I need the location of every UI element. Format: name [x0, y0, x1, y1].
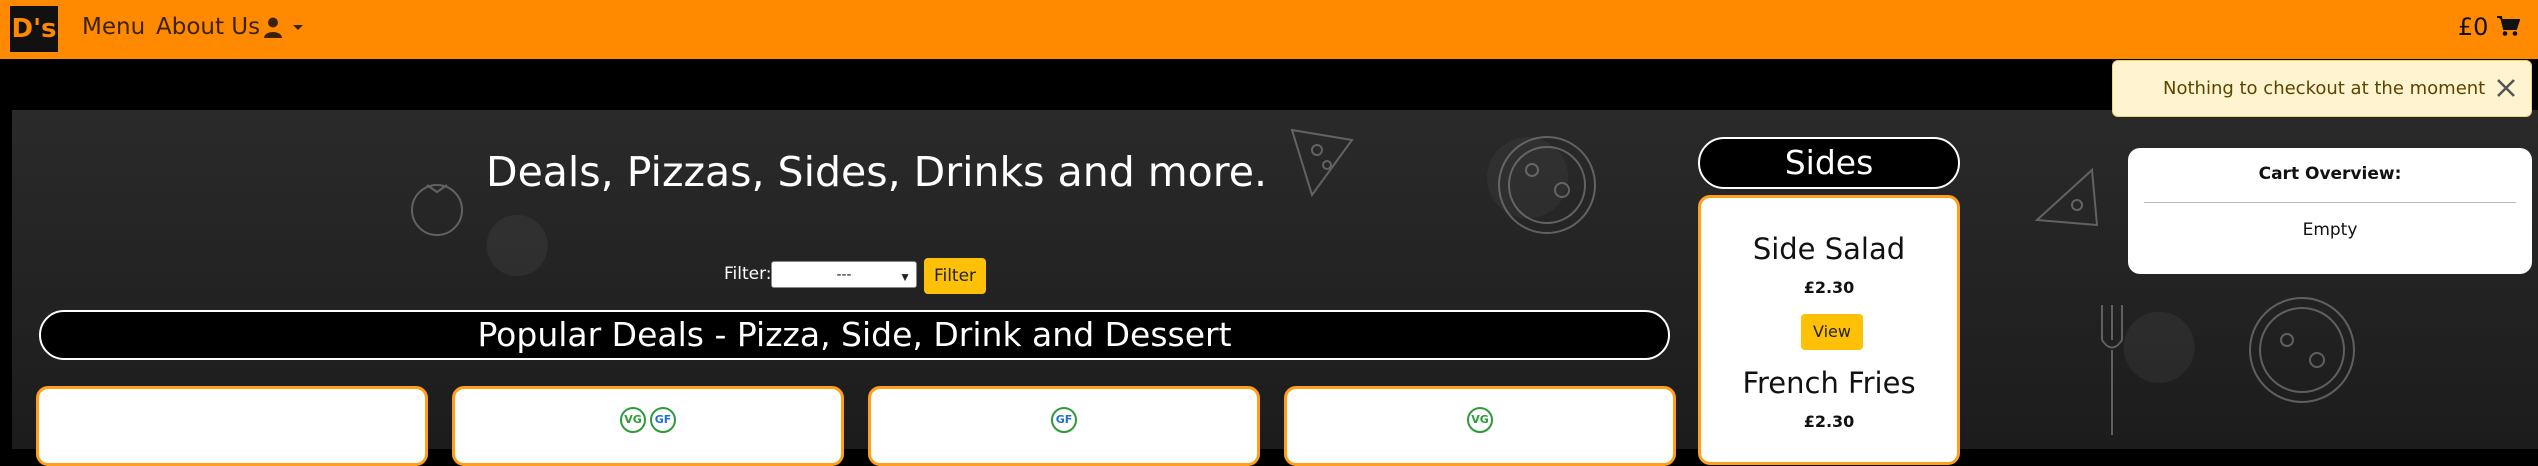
side-item-price: £2.30	[1803, 412, 1855, 431]
deal-card[interactable]: VG GF	[452, 386, 844, 466]
filter-button[interactable]: Filter	[924, 258, 986, 294]
filter-select[interactable]: --- ▼	[771, 261, 917, 288]
deal-card[interactable]: GF	[868, 386, 1260, 466]
pizza-doodle	[1498, 136, 1596, 234]
user-dropdown-toggle[interactable]	[262, 16, 304, 43]
top-navbar: D's Menu About Us £0	[0, 0, 2538, 59]
filter-select-value: ---	[836, 266, 852, 283]
vegan-badge: VG	[1467, 407, 1493, 433]
cart-total: £0	[2457, 13, 2489, 41]
deals-section-title: Popular Deals - Pizza, Side, Drink and D…	[39, 310, 1670, 360]
view-side-salad-button[interactable]: View	[1801, 314, 1863, 350]
tomato-doodle	[411, 184, 463, 236]
close-icon[interactable]	[2493, 75, 2519, 101]
cart-overview-title: Cart Overview:	[2258, 164, 2402, 184]
cart-link[interactable]: £0	[2457, 13, 2521, 41]
toast-message: Nothing to checkout at the moment	[2163, 78, 2486, 99]
pizza-slice-doodle	[1290, 128, 1354, 198]
nav-link-menu[interactable]: Menu	[82, 14, 145, 40]
caret-down-icon	[293, 25, 304, 30]
cart-status: Empty	[2302, 220, 2358, 240]
brand-logo[interactable]: D's	[10, 6, 58, 52]
diet-badges: VG GF	[455, 407, 841, 433]
nav-link-about-us[interactable]: About Us	[156, 14, 260, 40]
sides-card: Side Salad £2.30 View French Fries £2.30	[1698, 195, 1960, 465]
side-item-price: £2.30	[1803, 278, 1855, 297]
gluten-free-badge: GF	[1051, 407, 1077, 433]
user-icon	[264, 17, 282, 38]
diet-badges: VG	[1287, 407, 1673, 433]
shopping-cart-icon	[2497, 16, 2521, 36]
cart-overview-panel: Cart Overview: Empty	[2128, 148, 2532, 274]
diet-badges: GF	[871, 407, 1257, 433]
gluten-free-badge: GF	[650, 407, 676, 433]
filter-label: Filter:	[724, 264, 772, 284]
pizza-doodle-right	[2249, 297, 2355, 403]
deal-card[interactable]: VG	[1284, 386, 1676, 466]
side-item-name: Side Salad	[1752, 232, 1906, 266]
deal-card[interactable]	[36, 386, 428, 466]
vegan-badge: VG	[620, 407, 646, 433]
sides-section-title: Sides	[1698, 137, 1960, 189]
divider	[2144, 202, 2516, 203]
checkout-toast: Nothing to checkout at the moment	[2112, 60, 2532, 117]
side-item-name: French Fries	[1742, 366, 1916, 400]
chevron-down-icon: ▼	[899, 270, 911, 284]
pizza-slice-doodle-2	[2034, 167, 2099, 227]
page-title: Deals, Pizzas, Sides, Drinks and more.	[486, 148, 1267, 196]
fork-doodle	[2101, 305, 2123, 435]
